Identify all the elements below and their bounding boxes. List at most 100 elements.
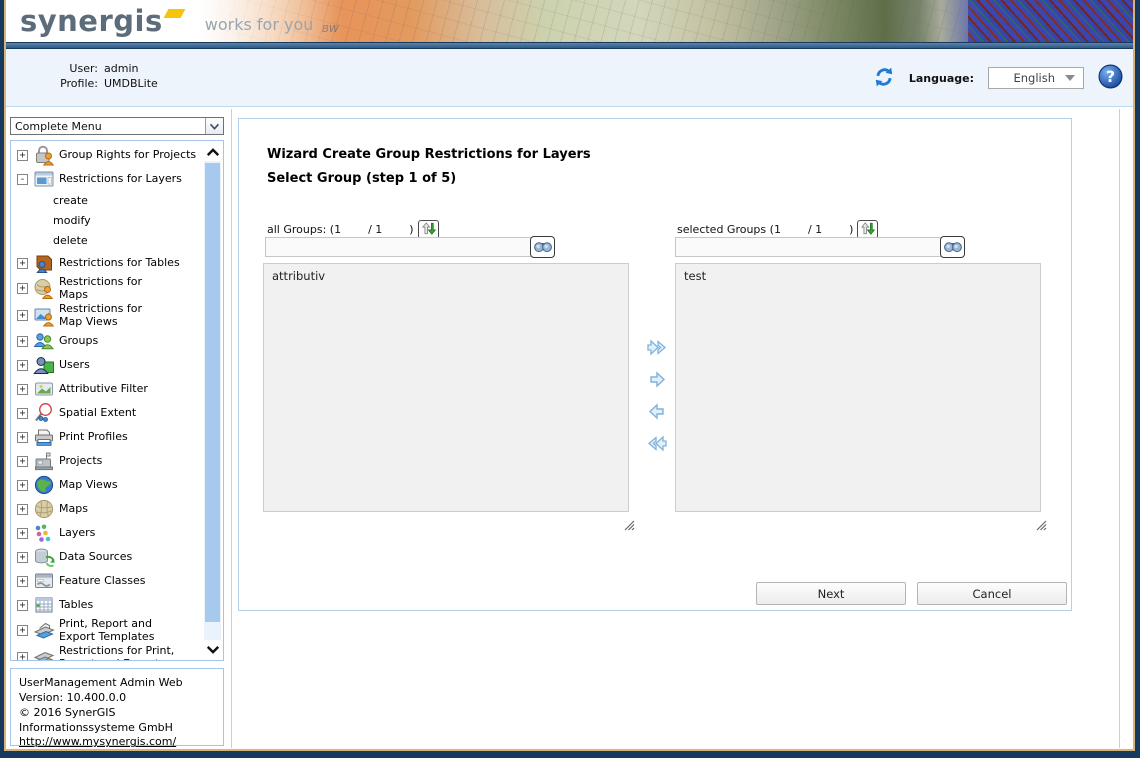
tree-item-label: Restrictions for Print, Report and Expor…: [59, 645, 174, 661]
expand-expander-icon[interactable]: +: [17, 408, 28, 419]
tree-item-label: Map Views: [59, 479, 118, 492]
tree-item-label: Maps: [59, 503, 88, 516]
users-icon: [32, 354, 55, 377]
page-frame: BW synergis works for you User: admin Pr…: [4, 0, 1135, 751]
tree-item[interactable]: + Maps: [11, 497, 203, 521]
expand-expander-icon[interactable]: +: [17, 310, 28, 321]
logo-accent-shape: [163, 9, 185, 18]
scroll-up-arrow-icon[interactable]: [204, 143, 221, 161]
tree-item[interactable]: + Restrictions for Print, Report and Expo…: [11, 644, 203, 661]
selected-groups-search-input[interactable]: [675, 237, 945, 257]
menu-mode-select[interactable]: Complete Menu: [10, 117, 224, 135]
tree-item[interactable]: + Print, Report and Export Templates: [11, 617, 203, 644]
expand-expander-icon[interactable]: +: [17, 552, 28, 563]
move-right-button[interactable]: [646, 369, 668, 390]
tree-child-item[interactable]: create: [11, 191, 203, 211]
expand-expander-icon[interactable]: +: [17, 336, 28, 347]
cancel-button[interactable]: Cancel: [917, 582, 1067, 605]
list-item[interactable]: test: [676, 264, 1040, 286]
selected-groups-count-total: 1: [815, 223, 849, 236]
tree-item[interactable]: + Projects: [11, 449, 203, 473]
content-area: Complete Menu + Group Rights for Projects…: [6, 107, 1133, 748]
tree-item[interactable]: + Group Rights for Projects: [11, 143, 203, 167]
feature-classes-icon: [32, 570, 55, 593]
tree-item[interactable]: +Data Sources: [11, 545, 203, 569]
tree-child-item[interactable]: delete: [11, 231, 203, 251]
sort-icon: [860, 221, 875, 239]
all-groups-listbox[interactable]: attributiv: [263, 263, 629, 512]
print-report-export-templates-icon: [32, 619, 55, 642]
expand-expander-icon[interactable]: +: [17, 625, 28, 636]
scroll-down-arrow-icon[interactable]: [204, 640, 221, 658]
tree-item[interactable]: +Attributive Filter: [11, 377, 203, 401]
tree-child-item[interactable]: modify: [11, 211, 203, 231]
all-groups-search-button[interactable]: [530, 236, 555, 258]
copyright: © 2016 SynerGIS Informationssysteme GmbH: [19, 706, 215, 736]
tree-item[interactable]: +Users: [11, 353, 203, 377]
expand-expander-icon[interactable]: +: [17, 480, 28, 491]
scrollbar-thumb[interactable]: [205, 163, 220, 622]
sort-icon: [421, 221, 436, 239]
resize-grip-icon[interactable]: [624, 516, 635, 527]
help-button[interactable]: ?: [1098, 64, 1123, 92]
move-left-button[interactable]: [646, 401, 668, 422]
tree-item[interactable]: + Groups: [11, 329, 203, 353]
expand-expander-icon[interactable]: +: [17, 150, 28, 161]
tree-item-label: Print, Report and Export Templates: [59, 618, 154, 644]
tree-item-label: Groups: [59, 335, 98, 348]
next-button[interactable]: Next: [756, 582, 906, 605]
tree-item[interactable]: + Map Views: [11, 473, 203, 497]
expand-expander-icon[interactable]: +: [17, 283, 28, 294]
logo-tagline: works for you: [205, 15, 314, 34]
expand-expander-icon[interactable]: +: [17, 432, 28, 443]
list-item[interactable]: attributiv: [264, 264, 628, 286]
tree-item[interactable]: +Tables: [11, 593, 203, 617]
expand-expander-icon[interactable]: +: [17, 600, 28, 611]
user-value: admin: [104, 62, 158, 75]
profile-label: Profile:: [40, 77, 98, 90]
move-all-left-button[interactable]: [646, 433, 668, 454]
expand-expander-icon[interactable]: +: [17, 384, 28, 395]
expand-expander-icon[interactable]: +: [17, 576, 28, 587]
main-right-divider: [1119, 109, 1120, 748]
attributive-filter-icon: [32, 378, 55, 401]
tree-item-label: Layers: [59, 527, 95, 540]
move-all-right-button[interactable]: [646, 337, 668, 358]
tree-item-label: Projects: [59, 455, 102, 468]
tree-item[interactable]: +Restrictions for Map Views: [11, 302, 203, 329]
expand-expander-icon[interactable]: +: [17, 528, 28, 539]
tree-item-label: Restrictions for Tables: [59, 257, 180, 270]
vendor-link[interactable]: http://www.mysynergis.com/: [19, 735, 176, 748]
tree-item[interactable]: + Restrictions for Tables: [11, 251, 203, 275]
collapse-expander-icon[interactable]: -: [17, 174, 28, 185]
banner-divider-bar: [6, 42, 1133, 49]
resize-grip-icon[interactable]: [1036, 516, 1047, 527]
groups-icon: [32, 330, 55, 353]
move-left-icon: [646, 410, 668, 425]
tree-item[interactable]: + Layers: [11, 521, 203, 545]
expand-expander-icon[interactable]: +: [17, 456, 28, 467]
tree-item-label: Group Rights for Projects: [59, 149, 196, 162]
banner-classified-raster: [968, 0, 1133, 42]
expand-expander-icon[interactable]: +: [17, 360, 28, 371]
tree-item-label: delete: [53, 235, 88, 248]
all-groups-search-input[interactable]: [265, 237, 535, 257]
refresh-button[interactable]: [873, 66, 895, 91]
expand-expander-icon[interactable]: +: [17, 504, 28, 515]
tree-scrollbar[interactable]: [204, 143, 221, 658]
selected-groups-search-button[interactable]: [940, 236, 965, 258]
tree-item[interactable]: +Spatial Extent: [11, 401, 203, 425]
language-select[interactable]: English: [988, 67, 1084, 89]
refresh-icon: [873, 66, 895, 91]
tree-item[interactable]: +Feature Classes: [11, 569, 203, 593]
tree-item[interactable]: -Restrictions for Layers: [11, 167, 203, 191]
header-banner: BW synergis works for you: [6, 0, 1133, 42]
tree-item[interactable]: +Print Profiles: [11, 425, 203, 449]
selected-groups-listbox[interactable]: test: [675, 263, 1041, 512]
synergis-logo: synergis: [20, 7, 163, 36]
user-info: User: admin Profile: UMDBLite: [40, 62, 158, 90]
data-sources-icon: [32, 546, 55, 569]
expand-expander-icon[interactable]: +: [17, 652, 28, 661]
expand-expander-icon[interactable]: +: [17, 258, 28, 269]
tree-item[interactable]: +Restrictions for Maps: [11, 275, 203, 302]
